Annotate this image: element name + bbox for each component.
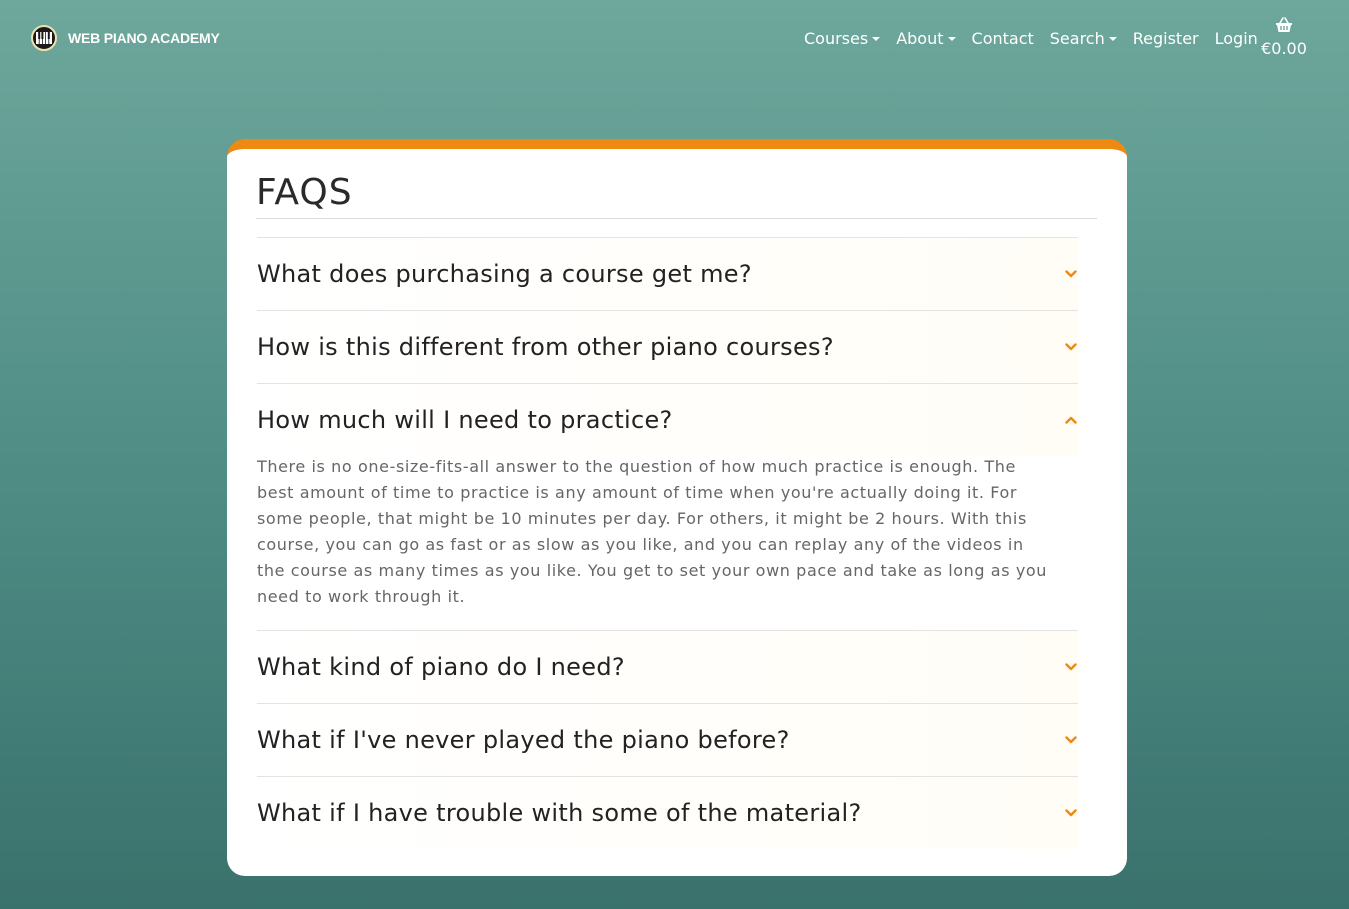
faq-card: FAQS What does purchasing a course get m… [227, 139, 1127, 876]
chevron-down-icon [1064, 806, 1078, 820]
cart-button[interactable]: €0.00 [1258, 17, 1310, 58]
faq-item: How is this different from other piano c… [257, 310, 1078, 383]
chevron-down-icon [1064, 733, 1078, 747]
nav-item-label: Courses [804, 29, 869, 48]
faq-question-text: How is this different from other piano c… [257, 333, 834, 361]
brand-name: WEB PIANO ACADEMY [68, 30, 220, 46]
nav-item-label: Search [1049, 29, 1105, 48]
nav-about-dropdown[interactable]: About [896, 29, 956, 48]
nav-links: Courses About Contact Search Register Lo… [804, 29, 1274, 48]
chevron-up-icon [1064, 413, 1078, 427]
title-divider [256, 218, 1097, 219]
faq-question-text: What if I've never played the piano befo… [257, 726, 790, 754]
faq-item: What does purchasing a course get me? [257, 237, 1078, 310]
caret-down-icon [872, 37, 881, 41]
chevron-down-icon [1064, 267, 1078, 281]
faq-question-toggle[interactable]: What does purchasing a course get me? [257, 238, 1078, 310]
nav-courses-dropdown[interactable]: Courses [804, 29, 881, 48]
faq-question-toggle[interactable]: What kind of piano do I need? [257, 631, 1078, 703]
faq-question-toggle[interactable]: What if I've never played the piano befo… [257, 704, 1078, 776]
faq-item: What if I've never played the piano befo… [257, 703, 1078, 776]
piano-keys-icon [31, 25, 57, 51]
chevron-down-icon [1064, 340, 1078, 354]
nav-contact-link[interactable]: Contact [972, 29, 1034, 48]
navbar: WEB PIANO ACADEMY Courses About Contact … [0, 0, 1349, 80]
nav-item-label: Login [1214, 29, 1258, 48]
nav-login-link[interactable]: Login [1215, 29, 1258, 48]
faq-answer-text: There is no one-size-fits-all answer to … [257, 457, 1048, 606]
nav-item-label: About [896, 29, 944, 48]
faq-question-toggle[interactable]: How much will I need to practice? [257, 384, 1078, 456]
nav-search-dropdown[interactable]: Search [1050, 29, 1117, 48]
cart-total: €0.00 [1261, 39, 1307, 58]
shopping-basket-icon [1275, 17, 1293, 37]
caret-down-icon [947, 37, 956, 41]
caret-down-icon [1108, 37, 1117, 41]
faq-question-toggle[interactable]: How is this different from other piano c… [257, 311, 1078, 383]
faq-question-text: What does purchasing a course get me? [257, 260, 752, 288]
nav-register-link[interactable]: Register [1133, 29, 1199, 48]
nav-item-label: Contact [971, 29, 1034, 48]
faq-question-text: What if I have trouble with some of the … [257, 799, 862, 827]
page-title: FAQS [256, 172, 353, 213]
brand-link[interactable]: WEB PIANO ACADEMY [31, 25, 220, 51]
faq-question-toggle[interactable]: What if I have trouble with some of the … [257, 777, 1078, 849]
faq-item-expanded: How much will I need to practice? There … [257, 383, 1078, 630]
faq-question-text: What kind of piano do I need? [257, 653, 625, 681]
faq-item: What if I have trouble with some of the … [257, 776, 1078, 849]
faq-accordion: What does purchasing a course get me? Ho… [257, 237, 1078, 849]
faq-question-text: How much will I need to practice? [257, 406, 673, 434]
faq-item: What kind of piano do I need? [257, 630, 1078, 703]
nav-item-label: Register [1132, 29, 1199, 48]
chevron-down-icon [1064, 660, 1078, 674]
